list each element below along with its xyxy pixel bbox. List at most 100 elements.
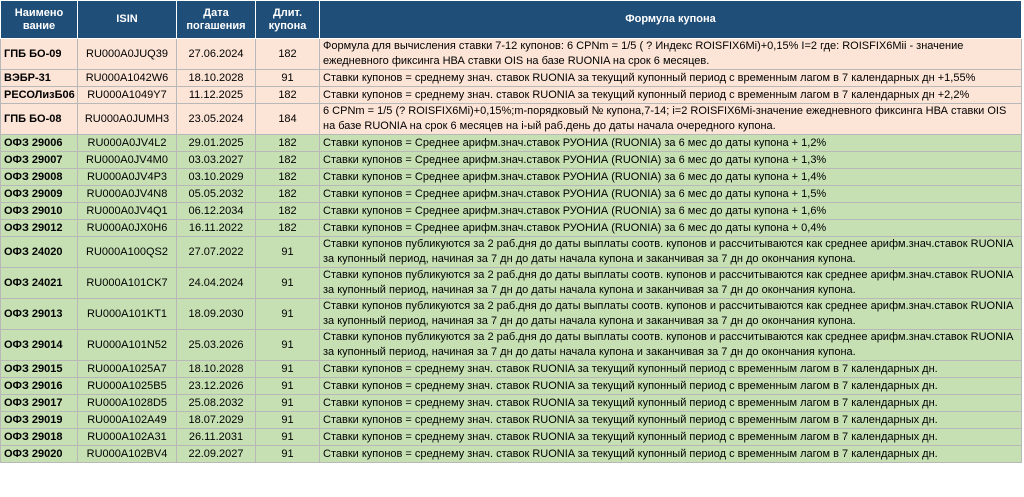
cell-name[interactable]: ОФЗ 29015 xyxy=(0,360,78,378)
cell-name[interactable]: ОФЗ 29016 xyxy=(0,377,78,395)
cell-coupon-formula[interactable]: Ставки купонов = среднему знач. ставок R… xyxy=(319,86,1022,104)
cell-isin[interactable]: RU000A100QS2 xyxy=(77,236,177,268)
cell-maturity-date[interactable]: 03.03.2027 xyxy=(176,151,256,169)
cell-maturity-date[interactable]: 27.07.2022 xyxy=(176,236,256,268)
cell-name[interactable]: ОФЗ 29007 xyxy=(0,151,78,169)
cell-coupon-formula[interactable]: Ставки купонов = Среднее арифм.знач.став… xyxy=(319,185,1022,203)
cell-coupon-length[interactable]: 91 xyxy=(255,236,320,268)
cell-coupon-length[interactable]: 182 xyxy=(255,86,320,104)
cell-maturity-date[interactable]: 11.12.2025 xyxy=(176,86,256,104)
cell-coupon-length[interactable]: 91 xyxy=(255,411,320,429)
cell-maturity-date[interactable]: 25.08.2032 xyxy=(176,394,256,412)
cell-coupon-length[interactable]: 182 xyxy=(255,202,320,220)
cell-name[interactable]: ВЭБР-31 xyxy=(0,69,78,87)
cell-coupon-formula[interactable]: Ставки купонов = среднему знач. ставок R… xyxy=(319,445,1022,463)
cell-maturity-date[interactable]: 05.05.2032 xyxy=(176,185,256,203)
cell-maturity-date[interactable]: 22.09.2027 xyxy=(176,445,256,463)
cell-isin[interactable]: RU000A0JV4N8 xyxy=(77,185,177,203)
cell-coupon-formula[interactable]: Ставки купонов = среднему знач. ставок R… xyxy=(319,360,1022,378)
cell-isin[interactable]: RU000A1028D5 xyxy=(77,394,177,412)
cell-maturity-date[interactable]: 18.07.2029 xyxy=(176,411,256,429)
cell-coupon-length[interactable]: 91 xyxy=(255,445,320,463)
cell-maturity-date[interactable]: 27.06.2024 xyxy=(176,38,256,70)
cell-name[interactable]: ОФЗ 24021 xyxy=(0,267,78,299)
cell-name[interactable]: ОФЗ 29018 xyxy=(0,428,78,446)
cell-coupon-formula[interactable]: Ставки купонов = Среднее арифм.знач.став… xyxy=(319,151,1022,169)
cell-maturity-date[interactable]: 26.11.2031 xyxy=(176,428,256,446)
cell-isin[interactable]: RU000A101N52 xyxy=(77,329,177,361)
cell-isin[interactable]: RU000A102A49 xyxy=(77,411,177,429)
cell-maturity-date[interactable]: 16.11.2022 xyxy=(176,219,256,237)
cell-name[interactable]: РЕСОЛизБ06 xyxy=(0,86,78,104)
cell-coupon-length[interactable]: 182 xyxy=(255,168,320,186)
cell-isin[interactable]: RU000A1025A7 xyxy=(77,360,177,378)
cell-maturity-date[interactable]: 23.05.2024 xyxy=(176,103,256,135)
header-coupon-formula[interactable]: Формула купона xyxy=(319,0,1022,39)
cell-name[interactable]: ОФЗ 29014 xyxy=(0,329,78,361)
cell-coupon-formula[interactable]: Ставки купонов = Среднее арифм.знач.став… xyxy=(319,219,1022,237)
cell-isin[interactable]: RU000A0JX0H6 xyxy=(77,219,177,237)
cell-maturity-date[interactable]: 18.09.2030 xyxy=(176,298,256,330)
cell-maturity-date[interactable]: 18.10.2028 xyxy=(176,69,256,87)
cell-isin[interactable]: RU000A0JV4Q1 xyxy=(77,202,177,220)
cell-coupon-formula[interactable]: Ставки купонов = среднему знач. ставок R… xyxy=(319,69,1022,87)
cell-maturity-date[interactable]: 23.12.2026 xyxy=(176,377,256,395)
cell-name[interactable]: ОФЗ 29006 xyxy=(0,134,78,152)
cell-maturity-date[interactable]: 06.12.2034 xyxy=(176,202,256,220)
cell-name[interactable]: ГПБ БО-09 xyxy=(0,38,78,70)
header-isin[interactable]: ISIN xyxy=(77,0,177,39)
cell-maturity-date[interactable]: 29.01.2025 xyxy=(176,134,256,152)
cell-coupon-length[interactable]: 182 xyxy=(255,151,320,169)
header-maturity-date[interactable]: Дата погашения xyxy=(176,0,256,39)
cell-name[interactable]: ОФЗ 29010 xyxy=(0,202,78,220)
cell-coupon-length[interactable]: 91 xyxy=(255,394,320,412)
cell-coupon-length[interactable]: 184 xyxy=(255,103,320,135)
cell-isin[interactable]: RU000A102BV4 xyxy=(77,445,177,463)
cell-name[interactable]: ОФЗ 29008 xyxy=(0,168,78,186)
cell-maturity-date[interactable]: 25.03.2026 xyxy=(176,329,256,361)
cell-coupon-formula[interactable]: Формула для вычисления ставки 7-12 купон… xyxy=(319,38,1022,70)
cell-coupon-formula[interactable]: Ставки купонов = Среднее арифм.знач.став… xyxy=(319,168,1022,186)
cell-coupon-formula[interactable]: Ставки купонов публикуются за 2 раб.дня … xyxy=(319,329,1022,361)
cell-coupon-length[interactable]: 182 xyxy=(255,219,320,237)
cell-coupon-length[interactable]: 91 xyxy=(255,428,320,446)
cell-name[interactable]: ОФЗ 29020 xyxy=(0,445,78,463)
cell-isin[interactable]: RU000A1049Y7 xyxy=(77,86,177,104)
cell-coupon-formula[interactable]: Ставки купонов = среднему знач. ставок R… xyxy=(319,428,1022,446)
cell-coupon-length[interactable]: 91 xyxy=(255,298,320,330)
cell-isin[interactable]: RU000A1042W6 xyxy=(77,69,177,87)
cell-coupon-formula[interactable]: Ставки купонов публикуются за 2 раб.дня … xyxy=(319,298,1022,330)
cell-name[interactable]: ОФЗ 24020 xyxy=(0,236,78,268)
cell-name[interactable]: ОФЗ 29013 xyxy=(0,298,78,330)
cell-name[interactable]: ОФЗ 29012 xyxy=(0,219,78,237)
cell-name[interactable]: ГПБ БО-08 xyxy=(0,103,78,135)
cell-coupon-length[interactable]: 182 xyxy=(255,185,320,203)
header-name[interactable]: Наимено вание xyxy=(0,0,78,39)
cell-coupon-length[interactable]: 91 xyxy=(255,267,320,299)
cell-coupon-formula[interactable]: Ставки купонов = Среднее арифм.знач.став… xyxy=(319,202,1022,220)
cell-coupon-formula[interactable]: Ставки купонов = среднему знач. ставок R… xyxy=(319,377,1022,395)
cell-maturity-date[interactable]: 03.10.2029 xyxy=(176,168,256,186)
cell-coupon-length[interactable]: 182 xyxy=(255,38,320,70)
cell-isin[interactable]: RU000A0JV4P3 xyxy=(77,168,177,186)
cell-maturity-date[interactable]: 18.10.2028 xyxy=(176,360,256,378)
cell-coupon-length[interactable]: 91 xyxy=(255,329,320,361)
cell-coupon-length[interactable]: 182 xyxy=(255,134,320,152)
cell-name[interactable]: ОФЗ 29009 xyxy=(0,185,78,203)
cell-isin[interactable]: RU000A1025B5 xyxy=(77,377,177,395)
cell-coupon-length[interactable]: 91 xyxy=(255,377,320,395)
cell-coupon-length[interactable]: 91 xyxy=(255,69,320,87)
cell-coupon-formula[interactable]: Ставки купонов публикуются за 2 раб.дня … xyxy=(319,267,1022,299)
cell-coupon-formula[interactable]: Ставки купонов = среднему знач. ставок R… xyxy=(319,411,1022,429)
cell-isin[interactable]: RU000A0JV4L2 xyxy=(77,134,177,152)
cell-isin[interactable]: RU000A101KT1 xyxy=(77,298,177,330)
cell-name[interactable]: ОФЗ 29019 xyxy=(0,411,78,429)
cell-maturity-date[interactable]: 24.04.2024 xyxy=(176,267,256,299)
cell-coupon-formula[interactable]: 6 CPNm = 1/5 (? ROISFIX6Mi)+0,15%;m-поря… xyxy=(319,103,1022,135)
cell-coupon-length[interactable]: 91 xyxy=(255,360,320,378)
cell-isin[interactable]: RU000A0JV4M0 xyxy=(77,151,177,169)
cell-isin[interactable]: RU000A102A31 xyxy=(77,428,177,446)
cell-isin[interactable]: RU000A101CK7 xyxy=(77,267,177,299)
cell-coupon-formula[interactable]: Ставки купонов публикуются за 2 раб.дня … xyxy=(319,236,1022,268)
cell-isin[interactable]: RU000A0JUMH3 xyxy=(77,103,177,135)
